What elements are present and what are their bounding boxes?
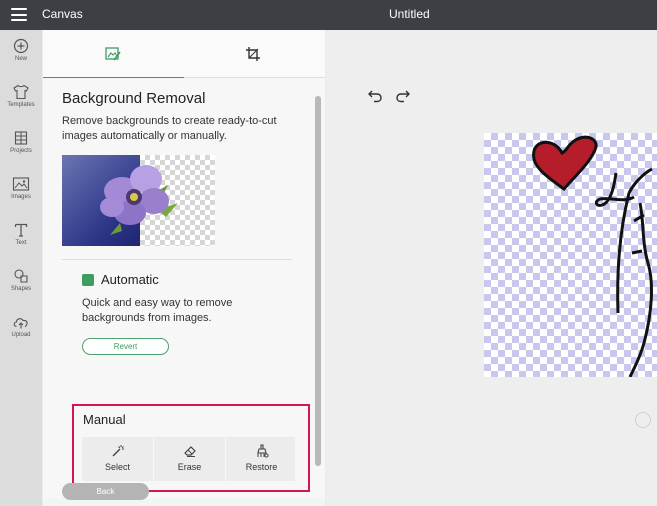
automatic-description: Quick and easy way to remove backgrounds…	[82, 297, 233, 324]
restore-tool-button[interactable]: Restore	[226, 437, 297, 481]
menu-icon[interactable]	[11, 8, 27, 21]
before-after-preview-image	[62, 155, 215, 246]
scrollbar-thumb[interactable]	[315, 96, 321, 466]
rail-label-projects: Projects	[10, 148, 32, 154]
drawing-artwork	[532, 135, 653, 377]
left-rail: New Templates Projects Images Text Shape…	[0, 30, 42, 506]
manual-title: Manual	[83, 412, 126, 427]
select-label: Select	[104, 462, 130, 472]
panel-scrollbar[interactable]	[315, 96, 321, 466]
restore-label: Restore	[245, 462, 278, 472]
redo-icon[interactable]	[395, 88, 411, 104]
background-removal-icon	[105, 47, 121, 61]
background-removal-panel: Background Removal Remove backgrounds to…	[43, 30, 325, 506]
projects-icon	[14, 131, 28, 145]
crop-icon	[246, 47, 260, 61]
eraser-icon	[183, 446, 196, 457]
panel-tabs	[43, 30, 325, 79]
manual-tools: Select Erase Restore	[82, 437, 295, 481]
rail-item-shapes[interactable]: Shapes	[0, 268, 42, 308]
rail-label-text: Text	[15, 240, 27, 246]
upload-cloud-icon	[13, 318, 28, 329]
restore-brush-icon	[256, 444, 269, 458]
rail-item-projects[interactable]: Projects	[0, 130, 42, 170]
undo-icon[interactable]	[367, 88, 383, 104]
panel-description: Remove backgrounds to create ready-to-cu…	[62, 115, 277, 142]
manual-section: Manual Select Erase Restore	[72, 404, 310, 492]
rail-item-text[interactable]: Text	[0, 222, 42, 262]
rail-label-templates: Templates	[7, 102, 35, 108]
automatic-title: Automatic	[101, 272, 159, 287]
plus-circle-icon	[13, 38, 29, 54]
shapes-icon	[14, 269, 28, 283]
rail-item-templates[interactable]: Templates	[0, 84, 42, 124]
zoom-icon[interactable]	[635, 412, 651, 428]
automatic-icon	[82, 274, 94, 286]
document-title[interactable]: Untitled	[389, 7, 430, 21]
top-bar: Canvas Untitled	[0, 0, 657, 30]
rail-label-upload: Upload	[11, 332, 31, 338]
panel-title: Background Removal	[62, 90, 206, 107]
rail-label-shapes: Shapes	[10, 286, 32, 292]
erase-tool-button[interactable]: Erase	[154, 437, 225, 481]
image-icon	[12, 177, 30, 191]
rail-item-images[interactable]: Images	[0, 176, 42, 216]
revert-button[interactable]: Revert	[82, 338, 169, 355]
rail-label-new: New	[14, 56, 27, 62]
rail-label-images: Images	[11, 194, 31, 200]
rail-item-upload[interactable]: Upload	[0, 314, 42, 354]
text-icon	[14, 223, 28, 237]
tab-crop[interactable]	[184, 30, 325, 78]
back-button[interactable]: Back	[62, 483, 149, 500]
section-divider	[62, 259, 292, 260]
tab-background-removal[interactable]	[43, 30, 184, 79]
select-tool-button[interactable]: Select	[82, 437, 153, 481]
canvas-area[interactable]	[326, 30, 657, 506]
panel-body: Background Removal Remove backgrounds to…	[43, 78, 325, 498]
rail-item-new[interactable]: New	[0, 38, 42, 78]
shirt-icon	[13, 84, 29, 100]
app-title: Canvas	[42, 7, 83, 21]
erase-label: Erase	[177, 462, 202, 472]
working-image[interactable]	[484, 133, 657, 377]
magic-wand-icon	[112, 445, 124, 457]
